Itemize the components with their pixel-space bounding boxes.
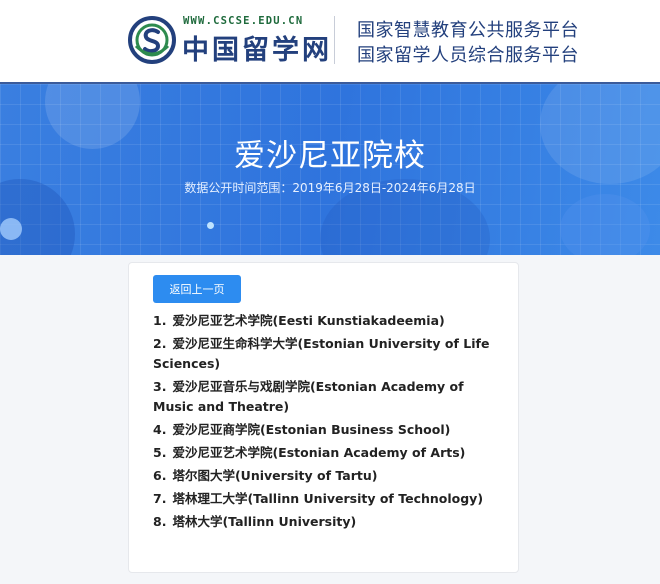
school-name: 爱沙尼亚生命科学大学(Estonian University of Life S… [153, 336, 490, 371]
list-item[interactable]: 6. 塔尔图大学(University of Tartu) [153, 466, 503, 486]
logo-wordmark[interactable]: 中国留学网 [182, 28, 332, 67]
list-item[interactable]: 4. 爱沙尼亚商学院(Estonian Business School) [153, 420, 503, 440]
list-item[interactable]: 8. 塔林大学(Tallinn University) [153, 512, 503, 532]
school-name: 塔林大学(Tallinn University) [172, 514, 357, 529]
list-item[interactable]: 5. 爱沙尼亚艺术学院(Estonian Academy of Arts) [153, 443, 503, 463]
data-range-subtitle: 数据公开时间范围：2019年6月28日-2024年6月28日 [184, 181, 476, 195]
school-list-card: 返回上一页 1. 爱沙尼亚艺术学院(Eesti Kunstiakadeemia) … [128, 262, 519, 573]
platform-name-2: 国家留学人员综合服务平台 [357, 45, 579, 66]
list-item[interactable]: 2. 爱沙尼亚生命科学大学(Estonian University of Life… [153, 334, 503, 374]
header-divider [334, 16, 335, 64]
school-name: 爱沙尼亚音乐与戏剧学院(Estonian Academy of Music an… [153, 379, 464, 414]
school-name: 爱沙尼亚商学院(Estonian Business School) [172, 422, 451, 437]
list-item[interactable]: 3. 爱沙尼亚音乐与戏剧学院(Estonian Academy of Music … [153, 377, 503, 417]
site-header: WWW.CSCSE.EDU.CN 中国留学网 国家智慧教育公共服务平台 国家留学… [0, 0, 660, 84]
banner-decoration [560, 194, 650, 255]
banner-decoration [207, 222, 214, 229]
cscse-logo-icon[interactable] [128, 16, 176, 64]
school-name: 塔林理工大学(Tallinn University of Technology) [172, 491, 484, 506]
platform-name-1: 国家智慧教育公共服务平台 [357, 20, 579, 41]
banner-decoration [0, 218, 22, 240]
back-button[interactable]: 返回上一页 [153, 275, 241, 303]
logo-url-text: WWW.CSCSE.EDU.CN [183, 15, 304, 27]
list-item[interactable]: 1. 爱沙尼亚艺术学院(Eesti Kunstiakadeemia) [153, 311, 503, 331]
school-list: 1. 爱沙尼亚艺术学院(Eesti Kunstiakadeemia) 2. 爱沙尼亚… [153, 311, 503, 535]
page-title: 爱沙尼亚院校 [234, 138, 426, 174]
school-name: 爱沙尼亚艺术学院(Estonian Academy of Arts) [172, 445, 466, 460]
school-name: 塔尔图大学(University of Tartu) [172, 468, 378, 483]
page-banner: 爱沙尼亚院校 数据公开时间范围：2019年6月28日-2024年6月28日 [0, 84, 660, 255]
school-name: 爱沙尼亚艺术学院(Eesti Kunstiakadeemia) [172, 313, 445, 328]
list-item[interactable]: 7. 塔林理工大学(Tallinn University of Technolog… [153, 489, 503, 509]
